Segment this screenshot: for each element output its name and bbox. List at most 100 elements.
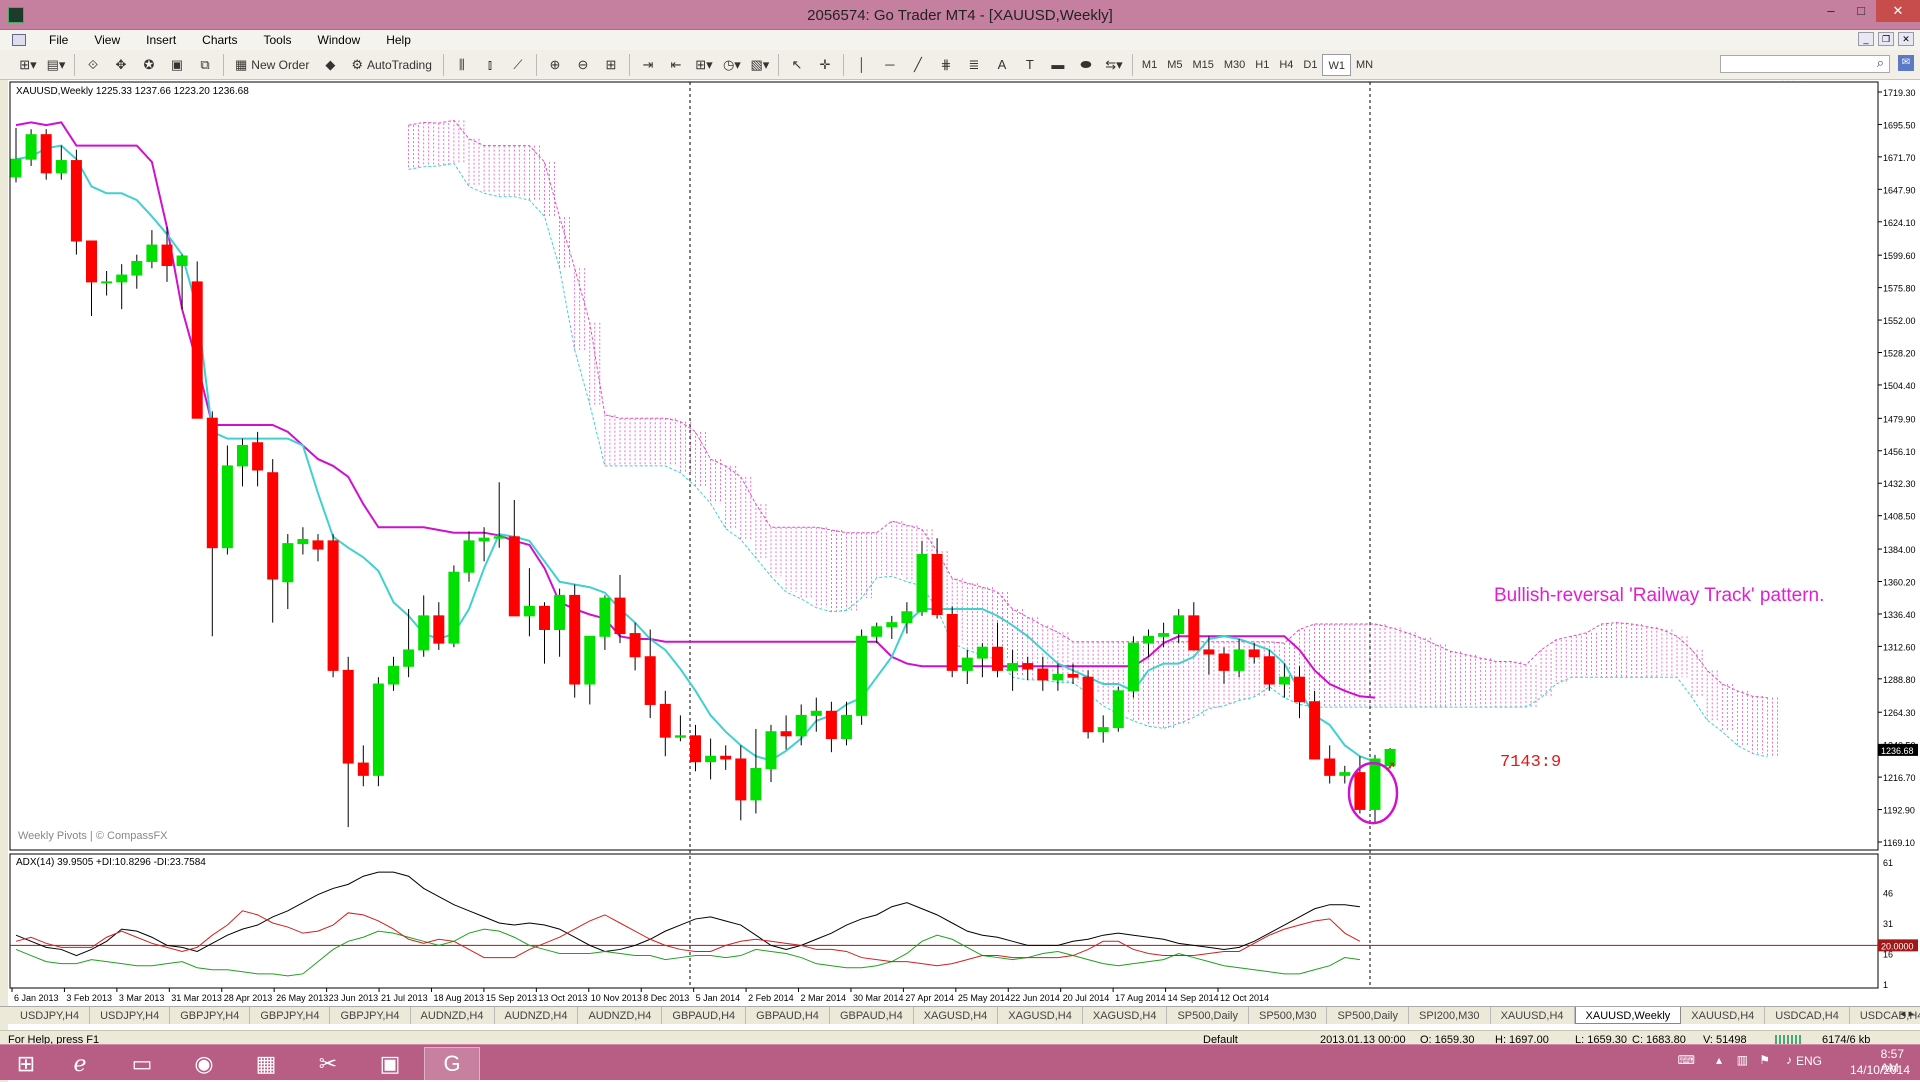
pattern-annotation[interactable]: Bullish-reversal 'Railway Track' pattern… — [1494, 585, 1824, 607]
menu-tools[interactable]: Tools — [251, 33, 305, 47]
chart-tab[interactable]: XAGUSD,H4 — [914, 1007, 999, 1024]
chart-tab[interactable]: SP500,Daily — [1167, 1007, 1249, 1024]
arrows-icon[interactable]: ⇆▾ — [1103, 54, 1125, 76]
terminal-icon[interactable]: ▣ — [166, 54, 188, 76]
windows-start-icon[interactable]: ⊞ — [6, 1047, 46, 1081]
chart-tab[interactable]: AUDNZD,H4 — [578, 1007, 663, 1024]
indicators-icon[interactable]: ⊞▾ — [693, 54, 715, 76]
chart-tab[interactable]: SPI200,M30 — [1409, 1007, 1491, 1024]
templates-icon[interactable]: ▧▾ — [749, 54, 771, 76]
timeframe-mn[interactable]: MN — [1351, 54, 1378, 76]
timeframe-m5[interactable]: M5 — [1162, 54, 1187, 76]
trendline-icon[interactable]: ╱ — [907, 54, 929, 76]
timeframe-w1[interactable]: W1 — [1322, 53, 1351, 76]
volume-icon[interactable]: ♪ — [1786, 1053, 1792, 1067]
autotrading-button[interactable]: ⚙ AutoTrading — [347, 54, 436, 76]
chart-tab[interactable]: USDCAD,H4 — [1765, 1007, 1850, 1024]
chart-tab[interactable]: GBPJPY,H4 — [250, 1007, 331, 1024]
vertical-line-icon[interactable]: │ — [851, 54, 873, 76]
horizontal-line-icon[interactable]: ─ — [879, 54, 901, 76]
new-chart-icon[interactable]: ⊞▾ — [17, 54, 39, 76]
menu-help[interactable]: Help — [373, 33, 424, 47]
close-button[interactable]: ✕ — [1876, 0, 1920, 22]
chart-tab[interactable]: XAUUSD,Weekly — [1574, 1007, 1682, 1024]
line-chart-icon[interactable]: ⟋ — [507, 54, 529, 76]
minimize-button[interactable]: – — [1816, 0, 1846, 22]
ellipse-icon[interactable]: ⬬ — [1075, 54, 1097, 76]
chart-tab[interactable]: GBPJPY,H4 — [170, 1007, 251, 1024]
maximize-button[interactable]: □ — [1846, 0, 1876, 22]
fibonacci-icon[interactable]: ≣ — [963, 54, 985, 76]
chart-tab[interactable]: XAGUSD,H4 — [1083, 1007, 1168, 1024]
chart-tab[interactable]: GBPAUD,H4 — [662, 1007, 747, 1024]
timeframe-d1[interactable]: D1 — [1298, 54, 1322, 76]
chart-shift-icon[interactable]: ⇤ — [665, 54, 687, 76]
chart-tab[interactable]: GBPJPY,H4 — [330, 1007, 411, 1024]
data-window-icon[interactable]: ✥ — [110, 54, 132, 76]
keyboard-icon[interactable]: ⌨ — [1678, 1053, 1695, 1067]
menu-view[interactable]: View — [81, 33, 133, 47]
text-icon[interactable]: A — [991, 54, 1013, 76]
mdi-minimize-button[interactable]: _ — [1858, 32, 1874, 46]
chrome-icon[interactable]: ◉ — [176, 1047, 232, 1081]
chart-tab[interactable]: XAUUSD,H4 — [1491, 1007, 1575, 1024]
rectangle-icon[interactable]: ▬ — [1047, 54, 1069, 76]
tester-icon[interactable]: ⧉ — [194, 54, 216, 76]
chart-window-icon[interactable] — [12, 34, 26, 46]
menu-insert[interactable]: Insert — [133, 33, 189, 47]
remote-desktop-icon[interactable]: ▣ — [362, 1047, 418, 1081]
calculator-icon[interactable]: ▦ — [238, 1047, 294, 1081]
candlestick-icon[interactable]: ⫾ — [479, 54, 501, 76]
chart-tab[interactable]: XAUUSD,H4 — [1681, 1007, 1766, 1024]
chart-tab[interactable]: USDJPY,H4 — [90, 1007, 171, 1024]
chart-tab[interactable]: USDJPY,H4 — [10, 1007, 91, 1024]
menu-charts[interactable]: Charts — [189, 33, 250, 47]
profiles-icon[interactable]: ▤▾ — [45, 54, 67, 76]
price-chart[interactable]: ↗ 1719.30 1695.50 1671.70 1647.90 1624.10 1599… — [8, 80, 1920, 1006]
chart-tab[interactable]: XAGUSD,H4 — [998, 1007, 1083, 1024]
tab-scroll-arrows[interactable]: ◂ ▸ — [1900, 1007, 1914, 1020]
timeframe-m15[interactable]: M15 — [1187, 54, 1218, 76]
market-watch-icon[interactable]: ⟐ — [82, 54, 104, 76]
tile-windows-icon[interactable]: ⊞ — [600, 54, 622, 76]
channel-icon[interactable]: ⋕ — [935, 54, 957, 76]
chart-tab[interactable]: GBPAUD,H4 — [830, 1007, 914, 1024]
cursor-icon[interactable]: ↖ — [786, 54, 808, 76]
timeframe-h4[interactable]: H4 — [1274, 54, 1298, 76]
chart-tab[interactable]: SP500,Daily — [1327, 1007, 1410, 1024]
crosshair-icon[interactable]: ✛ — [814, 54, 836, 76]
search-icon[interactable]: ⌕ — [1877, 55, 1884, 71]
go-trader-icon[interactable]: G — [424, 1047, 480, 1081]
mdi-close-button[interactable]: ✕ — [1898, 32, 1914, 46]
chart-tab[interactable]: SP500,M30 — [1249, 1007, 1328, 1024]
bar-chart-icon[interactable]: ⫼ — [451, 54, 473, 76]
search-input[interactable] — [1720, 55, 1890, 73]
flag-icon[interactable]: ⚑ — [1759, 1053, 1770, 1067]
metaeditor-icon[interactable]: ◆ — [319, 54, 341, 76]
show-hidden-icons[interactable]: ▴ — [1716, 1053, 1722, 1067]
order-ticket-label[interactable]: 7143:9 — [1500, 753, 1561, 772]
zoom-in-icon[interactable]: ⊕ — [544, 54, 566, 76]
timeframe-h1[interactable]: H1 — [1250, 54, 1274, 76]
chart-tab[interactable]: AUDNZD,H4 — [495, 1007, 579, 1024]
zoom-out-icon[interactable]: ⊖ — [572, 54, 594, 76]
periods-icon[interactable]: ◷▾ — [721, 54, 743, 76]
chart-window[interactable]: ↗ 1719.30 1695.50 1671.70 1647.90 1624.10 1599… — [8, 80, 1920, 1082]
chat-icon[interactable]: ✉ — [1898, 55, 1914, 71]
menu-window[interactable]: Window — [305, 33, 374, 47]
internet-explorer-icon[interactable]: ℯ — [52, 1047, 108, 1081]
navigator-icon[interactable]: ✪ — [138, 54, 160, 76]
timeframe-m30[interactable]: M30 — [1219, 54, 1250, 76]
text-label-icon[interactable]: T — [1019, 54, 1041, 76]
snipping-tool-icon[interactable]: ✂ — [300, 1047, 356, 1081]
new-order-button[interactable]: ▦ New Order — [231, 54, 313, 76]
mdi-restore-button[interactable]: ❐ — [1878, 32, 1894, 46]
language-indicator[interactable]: ENG — [1796, 1054, 1822, 1068]
network-icon[interactable]: ▥ — [1737, 1053, 1748, 1067]
menu-file[interactable]: File — [36, 33, 81, 47]
chart-tab[interactable]: AUDNZD,H4 — [411, 1007, 495, 1024]
chart-tab[interactable]: GBPAUD,H4 — [746, 1007, 830, 1024]
clock-date[interactable]: 14/10/2014 — [1850, 1063, 1910, 1077]
timeframe-m1[interactable]: M1 — [1137, 54, 1162, 76]
autoscroll-icon[interactable]: ⇥ — [637, 54, 659, 76]
